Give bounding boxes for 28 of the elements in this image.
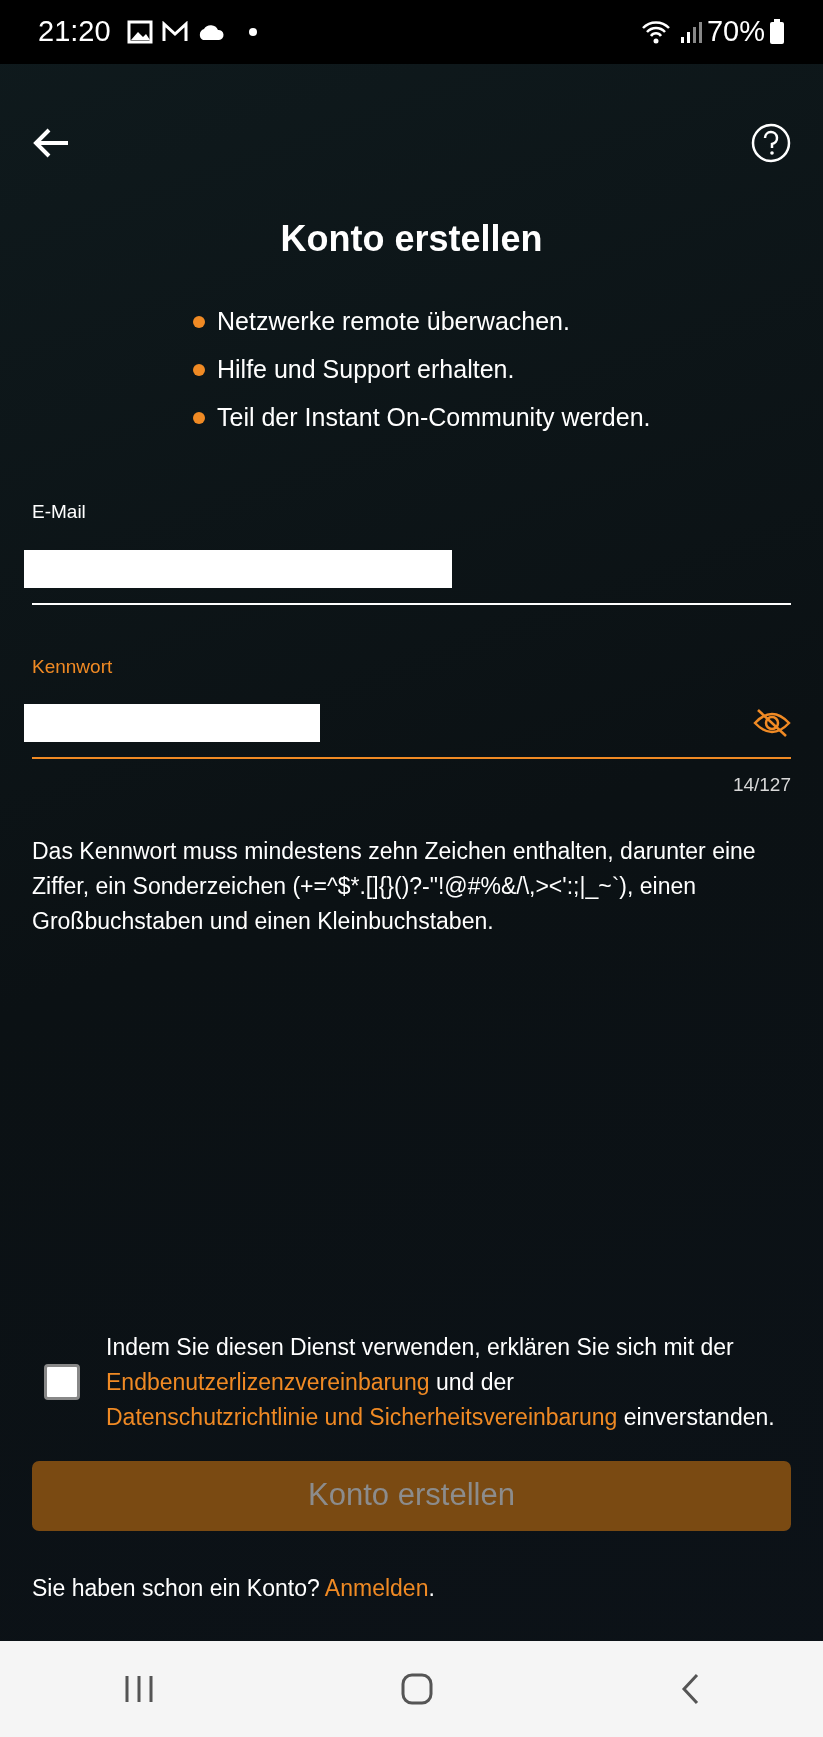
field-label: Kennwort <box>32 654 114 679</box>
eye-slash-icon[interactable] <box>753 708 791 738</box>
field-label: E-Mail <box>32 500 87 524</box>
battery-percent: 70% <box>706 14 765 50</box>
gallery-icon <box>126 20 153 44</box>
benefit-text: Teil der Instant On-Community werden. <box>217 402 651 434</box>
consent-text: Indem Sie diesen Dienst verwenden, erklären Sie sich mit der Endbenutzerlizenzvereinbarung und der Datenschutzrichtlinie und Sicherheitsvereinbarung einverstanden. <box>106 1332 776 1432</box>
help-icon[interactable] <box>751 123 791 163</box>
sign-in-prompt: Sie haben schon ein Konto? Anmelden. <box>32 1573 436 1603</box>
character-counter: 14/127 <box>732 774 791 795</box>
password-requirements: Das Kennwort muss mindestens zehn Zeichen enthalten, darunter eine Ziffer, ein Sonderzeichen (+=^$*.[]{}()?-"!@#%&/\,><':;|_~`), einen Großbuchstaben und einen Kleinbuchstaben. <box>32 836 757 936</box>
home-icon[interactable] <box>400 1672 435 1706</box>
signal-icon <box>678 20 703 44</box>
sign-in-link[interactable]: Anmelden <box>324 1574 429 1601</box>
status-time: 21:20 <box>38 14 111 50</box>
bullet-dot <box>193 316 205 328</box>
consent-checkbox[interactable] <box>44 1364 80 1400</box>
mail-icon <box>160 21 189 43</box>
benefit-text: Hilfe und Support erhalten. <box>217 354 515 386</box>
benefit-text: Netzwerke remote überwachen. <box>217 306 570 338</box>
battery-icon <box>769 19 785 45</box>
terms-link[interactable]: Datenschutzrichtlinie und Sicherheitsvereinbarung <box>106 1403 618 1430</box>
page-title: Konto erstellen <box>279 217 544 261</box>
back-arrow-icon[interactable] <box>32 127 70 159</box>
dot-icon <box>248 28 257 36</box>
bullet-dot <box>193 412 205 424</box>
terms-link[interactable]: Endbenutzerlizenzvereinbarung <box>106 1368 430 1395</box>
bullet-dot <box>193 364 205 376</box>
